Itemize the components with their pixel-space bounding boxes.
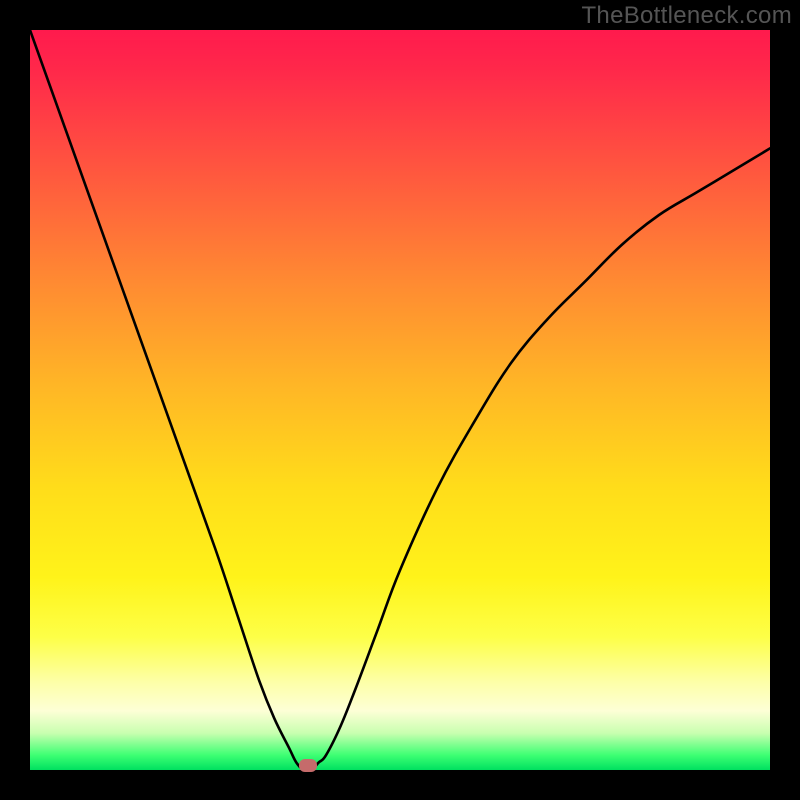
minimum-marker: [299, 759, 317, 772]
chart-frame: TheBottleneck.com: [0, 0, 800, 800]
plot-area: [30, 30, 770, 770]
bottleneck-curve: [30, 30, 770, 770]
watermark-text: TheBottleneck.com: [581, 2, 792, 30]
